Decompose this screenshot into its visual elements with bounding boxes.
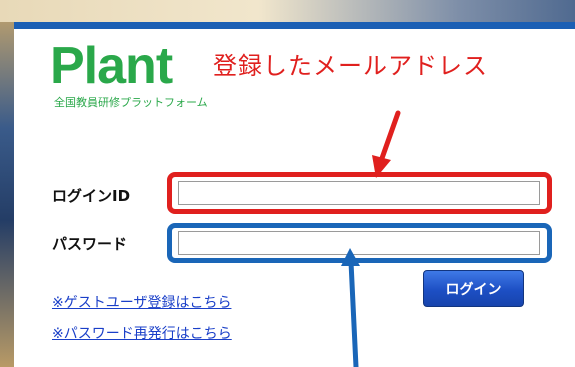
login-id-label: ログインID [52, 187, 131, 205]
logo-subtitle: 全国教員研修プラットフォーム [54, 96, 208, 109]
background-photo-left [0, 0, 14, 367]
login-id-input[interactable] [178, 181, 540, 205]
password-reissue-link[interactable]: ※パスワード再発行はこちら [52, 323, 232, 343]
password-input[interactable] [178, 231, 540, 255]
login-button[interactable]: ログイン [423, 270, 524, 307]
guest-register-link[interactable]: ※ゲストユーザ登録はこちら [52, 292, 231, 312]
background-photo-top [0, 0, 575, 22]
logo-title: Plant [50, 37, 173, 95]
password-label: パスワード [52, 235, 128, 253]
email-annotation-text: 登録したメールアドレス [213, 52, 488, 80]
plant-logo: Plant 全国教員研修プラットフォーム [50, 38, 208, 110]
